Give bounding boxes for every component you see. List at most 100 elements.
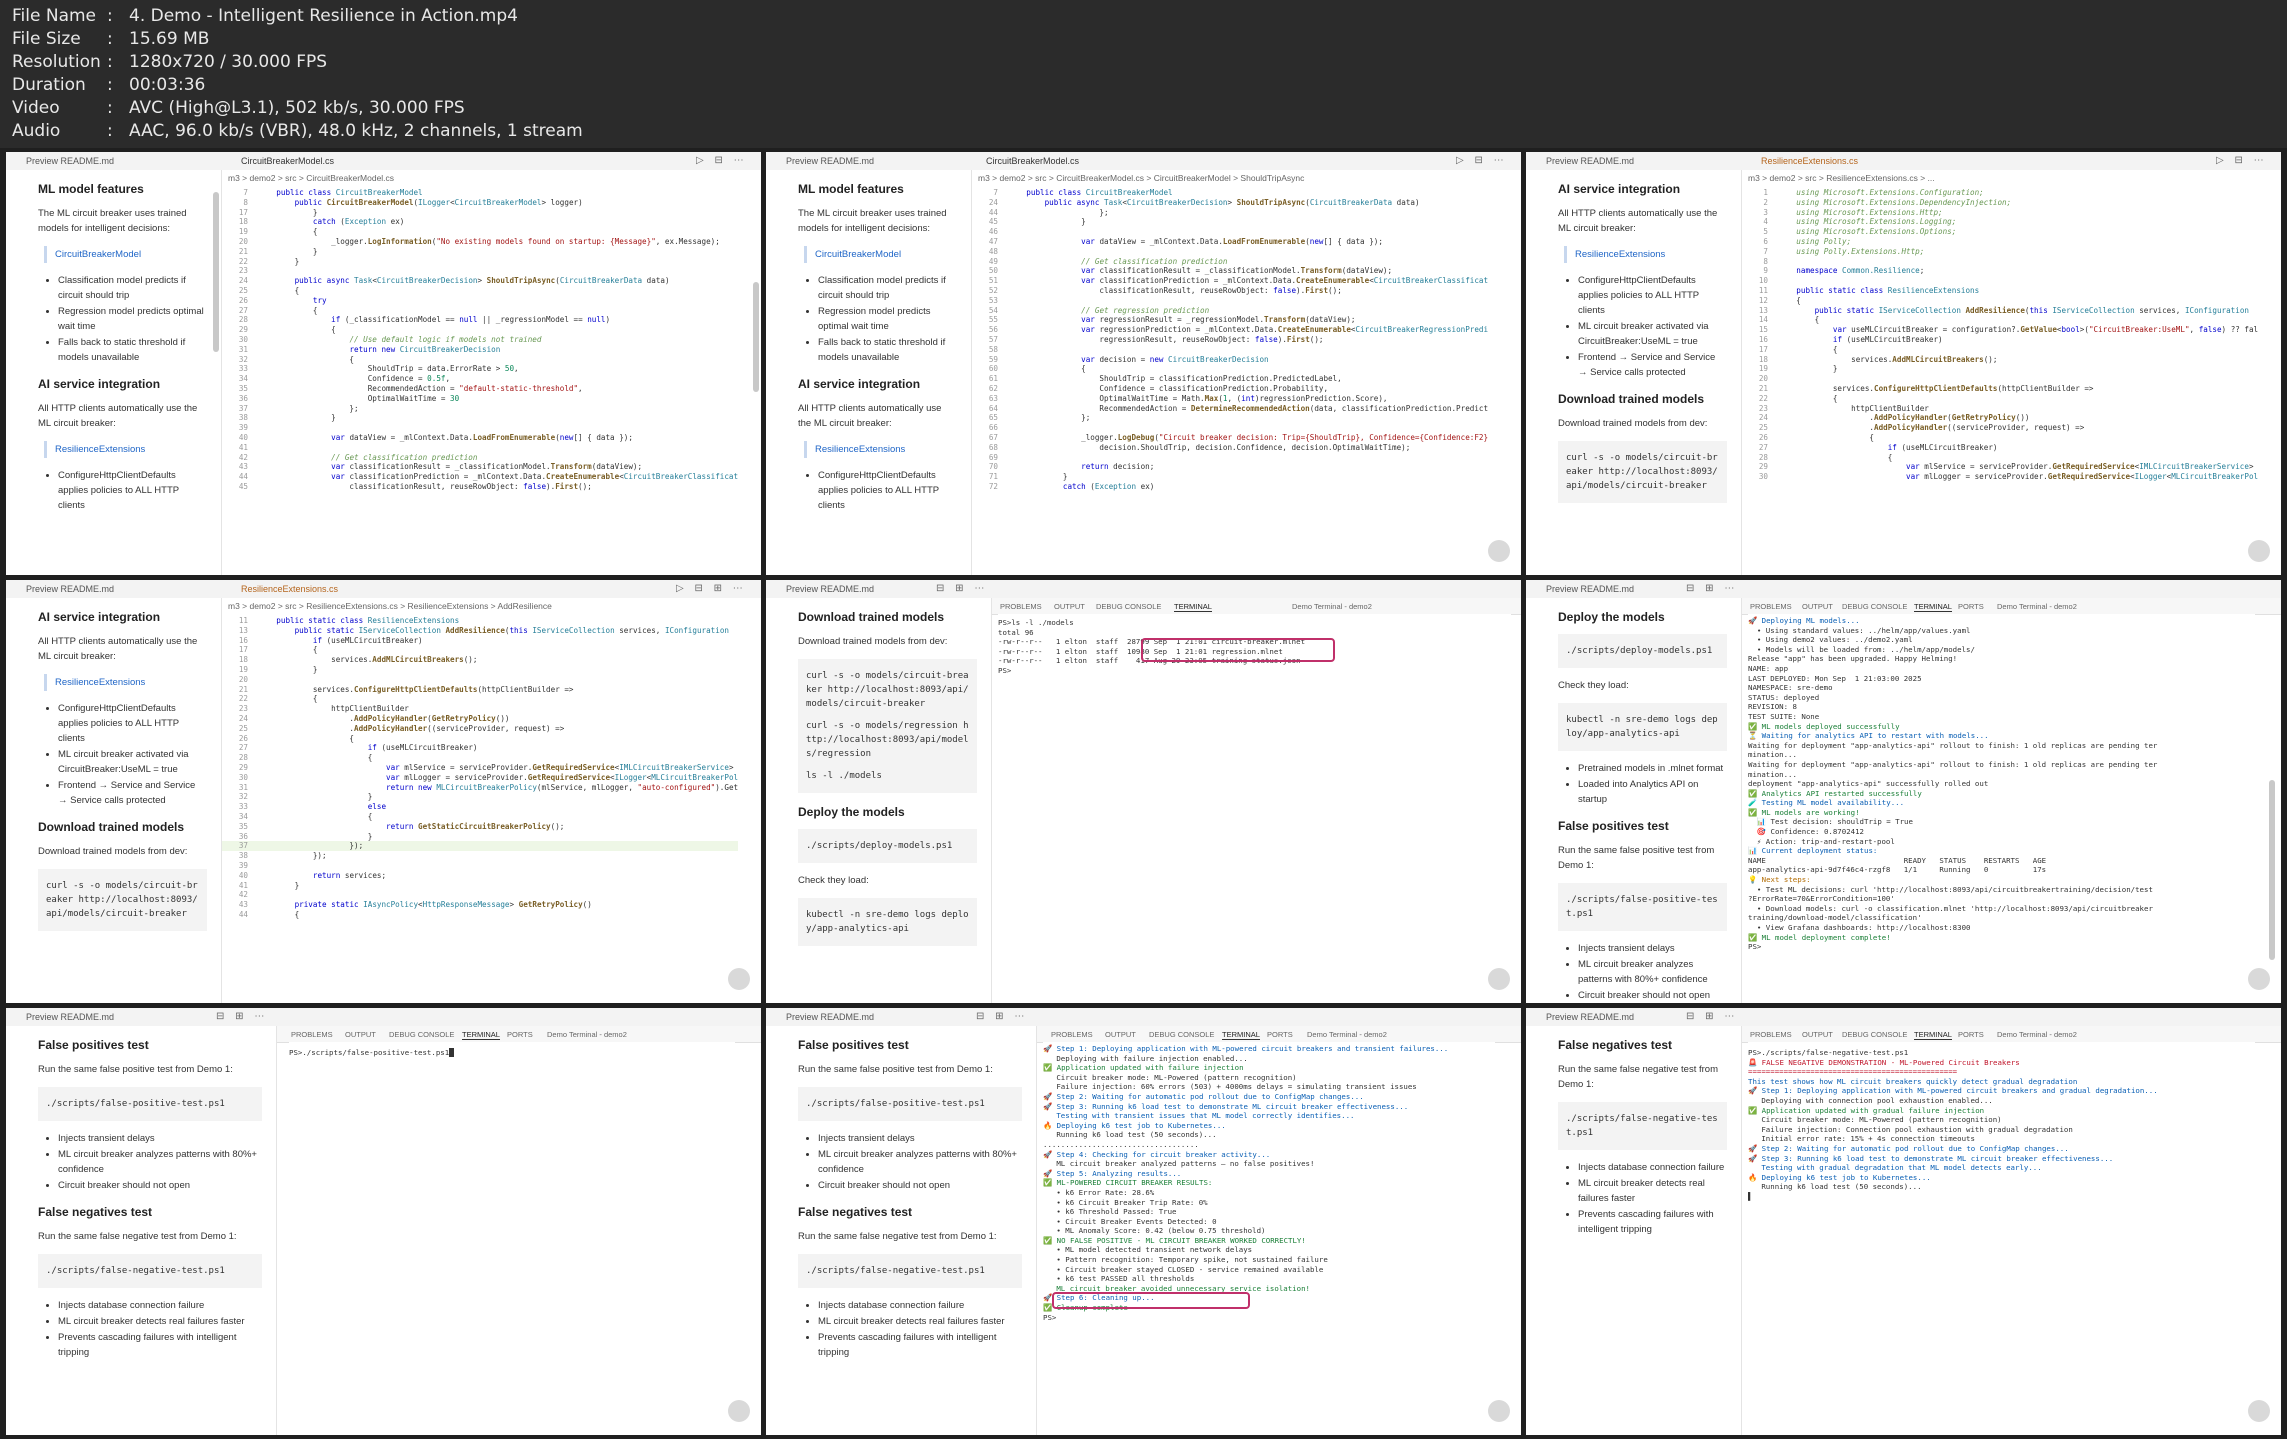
panel-tab-output[interactable]: OUTPUT xyxy=(345,1030,376,1039)
panel-tab-ports[interactable]: PORTS xyxy=(1958,602,1984,611)
panel-tab-ports[interactable]: PORTS xyxy=(507,1030,533,1039)
panel-tab-output[interactable]: OUTPUT xyxy=(1105,1030,1136,1039)
terminal-line: REVISION: 8 xyxy=(1748,702,1797,712)
panel-tab-output[interactable]: OUTPUT xyxy=(1802,1030,1833,1039)
editor-actions-icon[interactable]: ▷ ⊟ ⋯ xyxy=(2216,155,2268,166)
terminal-line: • Using standard values: ../helm/app/val… xyxy=(1748,625,1971,635)
panel-tab-problems[interactable]: PROBLEMS xyxy=(1750,602,1792,611)
editor-actions-icon[interactable]: ⊟ ⊞ ⋯ xyxy=(976,1011,1028,1022)
terminal-name[interactable]: Demo Terminal - demo2 xyxy=(1997,602,2077,611)
panel-tab-terminal[interactable]: TERMINAL xyxy=(462,1030,500,1040)
terminal-line: • k6 Circuit Breaker Trip Rate: 0% xyxy=(1043,1197,1208,1207)
panel-tab-debug[interactable]: DEBUG CONSOLE xyxy=(1842,602,1907,611)
link-circuitbreakermodel[interactable]: CircuitBreakerModel xyxy=(804,246,955,263)
scrollbar[interactable] xyxy=(213,192,219,352)
list-item: Prevents cascading failures with intelli… xyxy=(1578,1207,1727,1237)
terminal-line: • k6 Threshold Passed: True xyxy=(1043,1207,1177,1217)
editor-actions-icon[interactable]: ⊟ ⊞ ⋯ xyxy=(936,583,988,594)
tab-preview-readme[interactable]: Preview README.md xyxy=(786,1012,874,1022)
split-divider[interactable] xyxy=(276,1026,277,1435)
tab-preview-readme[interactable]: Preview README.md xyxy=(26,584,114,594)
scrollbar[interactable] xyxy=(2269,780,2275,960)
tab-preview-readme[interactable]: Preview README.md xyxy=(1546,1012,1634,1022)
panel-tab-terminal[interactable]: TERMINAL xyxy=(1914,602,1952,612)
breadcrumb[interactable]: m3 > demo2 > src > ResilienceExtensions.… xyxy=(228,601,552,611)
tab-circuitbreakermodel[interactable]: CircuitBreakerModel.cs xyxy=(986,156,1079,166)
terminal-output[interactable]: 🚀 Deploying ML models... • Using standar… xyxy=(1748,614,2255,1003)
panel-tab-debug[interactable]: DEBUG CONSOLE xyxy=(389,1030,454,1039)
split-divider[interactable] xyxy=(1036,1026,1037,1435)
tab-preview-readme[interactable]: Preview README.md xyxy=(1546,156,1634,166)
terminal-name[interactable]: Demo Terminal - demo2 xyxy=(1292,602,1372,611)
terminal-line: Failure injection: Connection pool exhau… xyxy=(1748,1124,2073,1134)
panel-tab-terminal[interactable]: TERMINAL xyxy=(1174,602,1212,612)
tab-preview-readme[interactable]: Preview README.md xyxy=(786,584,874,594)
terminal-output[interactable]: PS>./scripts/false-negative-test.ps1 🚨 F… xyxy=(1748,1042,2255,1435)
tab-preview-readme[interactable]: Preview README.md xyxy=(786,156,874,166)
terminal-line: STATUS: deployed xyxy=(1748,692,1820,702)
editor-actions-icon[interactable]: ▷ ⊟ ⋯ xyxy=(1456,155,1508,166)
panel-tab-problems[interactable]: PROBLEMS xyxy=(291,1030,333,1039)
panel-tab-debug[interactable]: DEBUG CONSOLE xyxy=(1096,602,1161,611)
terminal-output[interactable]: PS>ls -l ./models total 96 -rw-r--r-- 1 … xyxy=(998,614,1511,1003)
code-editor[interactable]: m3 > demo2 > src > ResilienceExtensions.… xyxy=(1742,170,2281,575)
terminal-command: PS>./scripts/false-positive-test.ps1 xyxy=(289,1048,450,1057)
terminal-output[interactable]: PS>./scripts/false-positive-test.ps1_ xyxy=(289,1042,735,1435)
terminal-line: 🚨 FALSE NEGATIVE DEMONSTRATION - ML-Powe… xyxy=(1748,1057,2020,1067)
editor-actions-icon[interactable]: ⊟ ⊞ ⋯ xyxy=(1686,583,1738,594)
panel-tab-terminal[interactable]: TERMINAL xyxy=(1222,1030,1260,1040)
split-divider[interactable] xyxy=(1741,598,1742,1003)
link-resilienceextensions[interactable]: ResilienceExtensions xyxy=(1564,246,1725,263)
tab-preview-readme[interactable]: Preview README.md xyxy=(1546,584,1634,594)
tab-preview-readme[interactable]: Preview README.md xyxy=(26,1012,114,1022)
tab-preview-readme[interactable]: Preview README.md xyxy=(26,156,114,166)
code-editor[interactable]: m3 > demo2 > src > ResilienceExtensions.… xyxy=(222,598,761,1003)
breadcrumb[interactable]: m3 > demo2 > src > ResilienceExtensions.… xyxy=(1748,173,1935,183)
tab-resilienceextensions[interactable]: ResilienceExtensions.cs xyxy=(1761,156,1858,166)
split-divider[interactable] xyxy=(991,598,992,1003)
download-text: Download trained models from dev: xyxy=(1558,418,1708,429)
panel-tab-ports[interactable]: PORTS xyxy=(1267,1030,1293,1039)
panel-tab-problems[interactable]: PROBLEMS xyxy=(1000,602,1042,611)
list-item: ML circuit breaker analyzes patterns wit… xyxy=(1578,957,1727,987)
terminal-name[interactable]: Demo Terminal - demo2 xyxy=(547,1030,627,1039)
terminal-line: mination... xyxy=(1748,750,1797,760)
terminal-line: • Download models: curl -o classificatio… xyxy=(1748,903,2153,913)
scrollbar[interactable] xyxy=(753,282,759,392)
panel-tab-debug[interactable]: DEBUG CONSOLE xyxy=(1149,1030,1214,1039)
split-divider[interactable] xyxy=(1741,1026,1742,1435)
code-editor[interactable]: m3 > demo2 > src > CircuitBreakerModel.c… xyxy=(222,170,761,575)
editor-actions-icon[interactable]: ▷ ⊟ ⋯ xyxy=(696,155,748,166)
panel-tab-problems[interactable]: PROBLEMS xyxy=(1750,1030,1792,1039)
link-resilienceextensions[interactable]: ResilienceExtensions xyxy=(804,441,955,458)
terminal-line: • Pattern recognition: Temporary spike, … xyxy=(1043,1255,1328,1265)
panel-tab-debug[interactable]: DEBUG CONSOLE xyxy=(1842,1030,1907,1039)
ai-text: All HTTP clients automatically use the M… xyxy=(798,403,942,429)
panel-tab-output[interactable]: OUTPUT xyxy=(1054,602,1085,611)
terminal-line: 🎯 Confidence: 0.8702412 xyxy=(1748,827,1864,837)
tab-circuitbreakermodel[interactable]: CircuitBreakerModel.cs xyxy=(241,156,334,166)
readme-preview: AI service integration All HTTP clients … xyxy=(6,598,221,1003)
terminal-line: 🔥 Deploying k6 test job to Kubernetes... xyxy=(1043,1120,1226,1130)
panel-tab-output[interactable]: OUTPUT xyxy=(1802,602,1833,611)
terminal-name[interactable]: Demo Terminal - demo2 xyxy=(1307,1030,1387,1039)
panel-tab-ports[interactable]: PORTS xyxy=(1958,1030,1984,1039)
tab-resilienceextensions[interactable]: ResilienceExtensions.cs xyxy=(241,584,338,594)
heading-ai-integration: AI service integration xyxy=(798,377,921,391)
editor-actions-icon[interactable]: ▷ ⊟ ⊞ ⋯ xyxy=(676,583,747,594)
check-code: kubectl -n sre-demo logs deploy/app-anal… xyxy=(1558,703,1727,751)
readme-preview: ML model features The ML circuit breaker… xyxy=(766,170,971,575)
terminal-output[interactable]: 🚀 Step 1: Deploying application with ML-… xyxy=(1043,1042,1495,1435)
link-resilienceextensions[interactable]: ResilienceExtensions xyxy=(44,674,205,691)
editor-actions-icon[interactable]: ⊟ ⊞ ⋯ xyxy=(1686,1011,1738,1022)
editor-actions-icon[interactable]: ⊟ ⊞ ⋯ xyxy=(216,1011,268,1022)
panel-tab-problems[interactable]: PROBLEMS xyxy=(1051,1030,1093,1039)
link-circuitbreakermodel[interactable]: CircuitBreakerModel xyxy=(44,246,205,263)
code-editor[interactable]: m3 > demo2 > src > CircuitBreakerModel.c… xyxy=(972,170,1521,575)
breadcrumb[interactable]: m3 > demo2 > src > CircuitBreakerModel.c… xyxy=(978,173,1304,183)
terminal-line: ................................... xyxy=(1043,1139,1199,1149)
link-resilienceextensions[interactable]: ResilienceExtensions xyxy=(44,441,205,458)
breadcrumb[interactable]: m3 > demo2 > src > CircuitBreakerModel.c… xyxy=(228,173,394,183)
panel-tab-terminal[interactable]: TERMINAL xyxy=(1914,1030,1952,1040)
terminal-name[interactable]: Demo Terminal - demo2 xyxy=(1997,1030,2077,1039)
